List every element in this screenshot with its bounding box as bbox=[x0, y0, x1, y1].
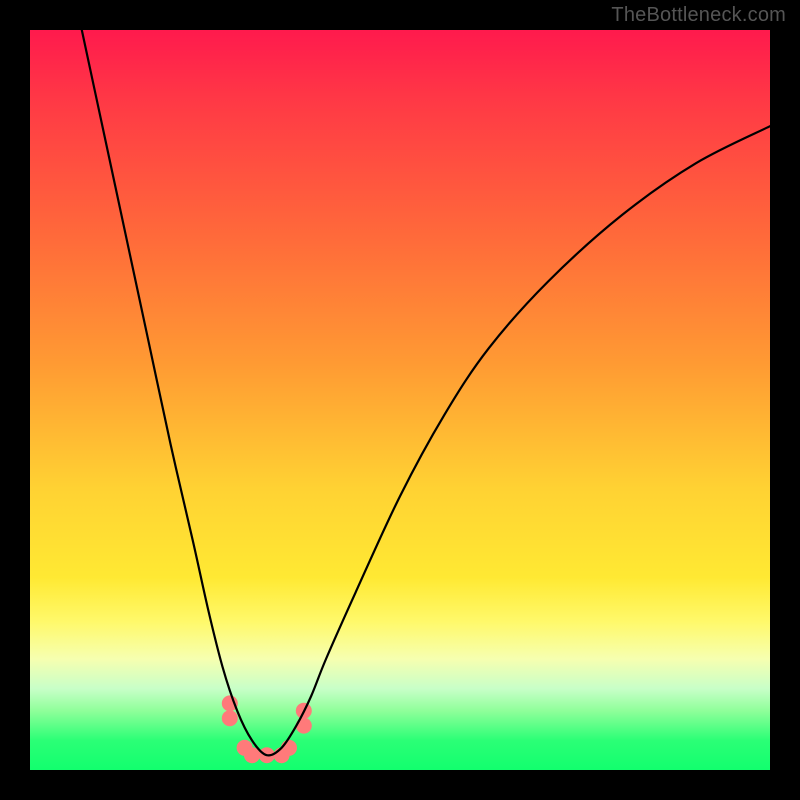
outer-frame: TheBottleneck.com bbox=[0, 0, 800, 800]
chart-plot-area bbox=[30, 30, 770, 770]
chart-svg bbox=[30, 30, 770, 770]
trough-dot bbox=[296, 718, 312, 734]
watermark-text: TheBottleneck.com bbox=[611, 4, 786, 27]
bottleneck-curve bbox=[82, 30, 770, 755]
trough-dot bbox=[222, 710, 238, 726]
trough-dot bbox=[281, 740, 297, 756]
